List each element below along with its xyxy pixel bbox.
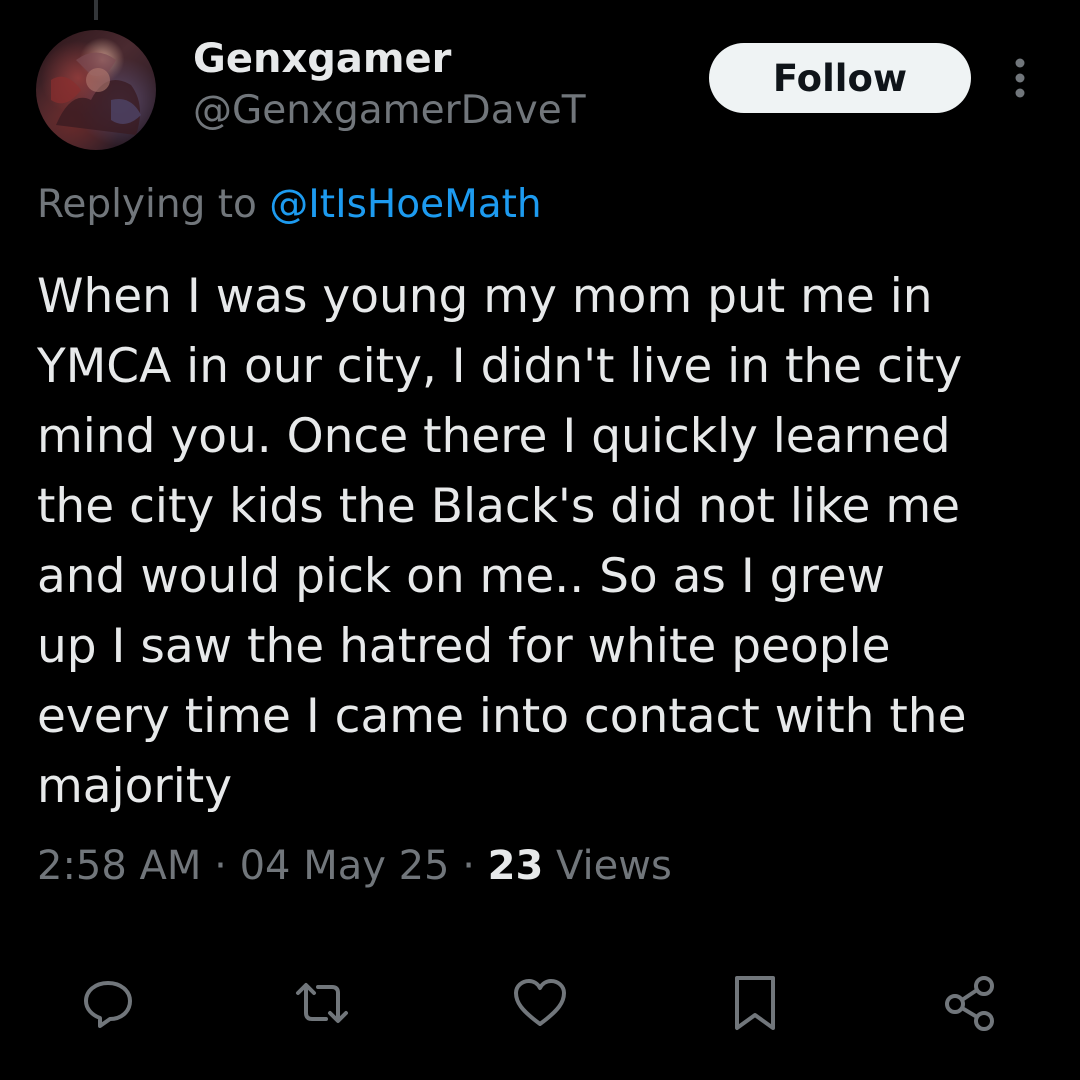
views-label[interactable]: Views — [556, 843, 672, 889]
reply-button[interactable] — [73, 968, 143, 1038]
tweet-text: When I was young my mom put me in YMCA i… — [37, 262, 1047, 822]
meta-separator: · — [462, 843, 475, 889]
tweet-time[interactable]: 2:58 AM — [37, 843, 201, 889]
retweet-button[interactable] — [287, 968, 357, 1038]
tweet-text-line: YMCA in our city, I didn't live in the c… — [37, 339, 963, 394]
tweet-date[interactable]: 04 May 25 — [240, 843, 450, 889]
replying-to-prefix: Replying to — [37, 182, 257, 227]
tweet-text-line: up I saw the hatred for white people — [37, 619, 891, 674]
replying-to-mention-link[interactable]: @ItIsHoeMath — [269, 182, 541, 227]
tweet-text-line: mind you. Once there I quickly learned — [37, 409, 951, 464]
bookmark-button[interactable] — [720, 968, 790, 1038]
share-icon — [945, 976, 994, 1031]
bookmark-icon — [735, 976, 775, 1030]
follow-button[interactable]: Follow — [709, 43, 971, 113]
thread-connector-line — [94, 0, 98, 20]
tweet-text-line: every time I came into contact with the — [37, 689, 967, 744]
author-handle[interactable]: @GenxgamerDaveT — [193, 88, 586, 133]
like-button[interactable] — [505, 968, 575, 1038]
tweet-text-line: majority — [37, 759, 233, 814]
avatar-image — [51, 52, 141, 135]
avatar[interactable] — [36, 30, 156, 150]
more-options-icon[interactable] — [1000, 55, 1040, 101]
tweet-text-line: and would pick on me.. So as I grew — [37, 549, 886, 604]
author-display-name[interactable]: Genxgamer — [193, 36, 451, 82]
tweet-actions-bar — [0, 968, 1080, 1038]
views-count[interactable]: 23 — [488, 843, 544, 889]
retweet-icon — [296, 983, 348, 1023]
tweet-text-line: When I was young my mom put me in — [37, 269, 933, 324]
share-button[interactable] — [935, 968, 1005, 1038]
replying-to: Replying to @ItIsHoeMath — [37, 182, 542, 227]
like-icon — [514, 979, 566, 1026]
meta-separator: · — [214, 843, 227, 889]
reply-icon — [84, 981, 132, 1028]
tweet-text-line: the city kids the Black's did not like m… — [37, 479, 961, 534]
tweet-meta: 2:58 AM · 04 May 25 · 23 Views — [37, 843, 672, 889]
